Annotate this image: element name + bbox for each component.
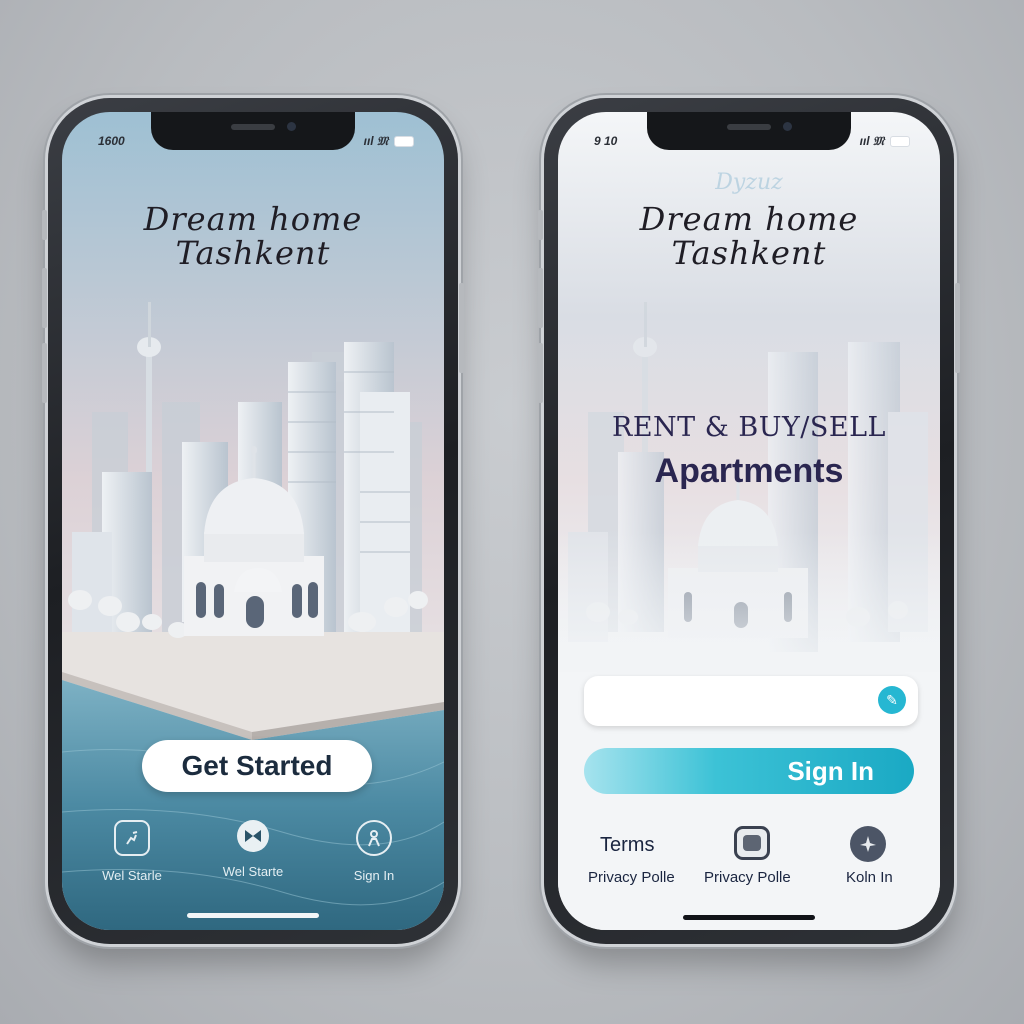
home-indicator[interactable] — [683, 915, 815, 920]
notch — [647, 112, 851, 150]
status-signal: ııl 𝔐 — [363, 134, 388, 148]
screen-left: 1600 ııl 𝔐 Dream home Tashkent Get Start… — [62, 112, 444, 930]
chat-icon[interactable]: ✎ — [878, 686, 906, 714]
app-title: Dream home Tashkent — [143, 200, 363, 272]
person-icon — [356, 820, 392, 856]
nav-item-welcome-1[interactable]: Wel Starle — [77, 820, 187, 883]
notch — [151, 112, 355, 150]
terms-link[interactable]: Terms — [600, 834, 654, 857]
headline-rent-buy-sell: RENT & BUY/SELL — [612, 412, 886, 443]
running-person-icon — [114, 820, 150, 856]
log-in-link[interactable]: Koln In — [846, 869, 893, 886]
ghost-text: Dyzuz — [715, 170, 783, 195]
phone-right: 9 10 ııl 𝔐 Dyzuz Dream home Tashkent REN… — [538, 98, 960, 944]
nav-item-sign-in[interactable]: Sign In — [319, 820, 429, 883]
nav-label: Wel Starle — [102, 868, 162, 883]
status-time: 9 10 — [594, 134, 618, 148]
home-indicator[interactable] — [187, 913, 319, 918]
battery-icon — [890, 136, 910, 147]
privacy-link-2[interactable]: Privacy Polle — [704, 869, 791, 886]
battery-icon — [394, 136, 414, 147]
privacy-link-1[interactable]: Privacy Polle — [588, 869, 675, 886]
airplane-icon[interactable] — [850, 826, 886, 862]
status-time: 1600 — [98, 134, 125, 148]
bottom-nav: Wel Starle Wel Starte Sign In — [62, 820, 444, 890]
sign-in-button[interactable]: Sign In — [584, 748, 914, 794]
rounded-square-icon[interactable] — [734, 826, 770, 860]
search-input[interactable] — [584, 676, 918, 726]
nav-label: Sign In — [353, 868, 395, 883]
app-title: Dream home Tashkent — [639, 200, 859, 272]
phone-left: 1600 ııl 𝔐 Dream home Tashkent Get Start… — [42, 98, 464, 944]
get-started-button[interactable]: Get Started — [142, 740, 372, 792]
screen-right: 9 10 ııl 𝔐 Dyzuz Dream home Tashkent REN… — [558, 112, 940, 930]
status-signal: ııl 𝔐 — [859, 134, 884, 148]
headline-apartments: Apartments — [654, 452, 844, 490]
bowtie-icon — [237, 820, 269, 852]
nav-label: Wel Starte — [222, 864, 284, 879]
nav-item-welcome-2[interactable]: Wel Starte — [198, 820, 308, 879]
